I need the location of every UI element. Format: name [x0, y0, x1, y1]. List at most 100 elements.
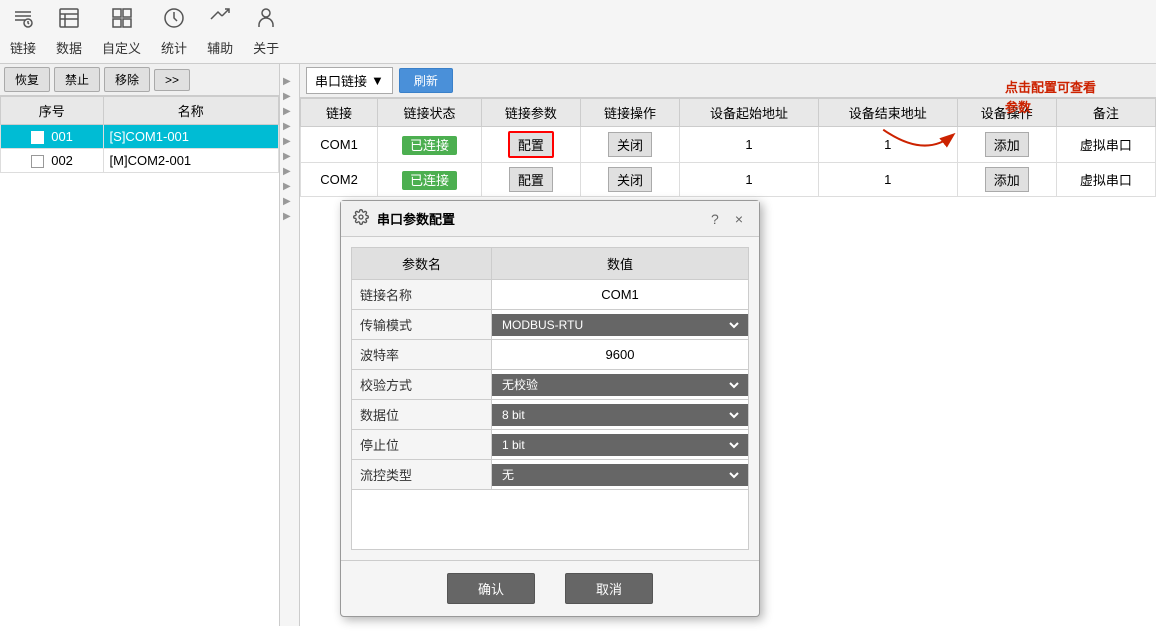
empty-cell: [352, 490, 749, 550]
col-header-1: 链接状态: [378, 99, 482, 127]
remove-button[interactable]: 移除: [104, 67, 150, 92]
param-label: 校验方式: [352, 370, 492, 400]
toolbar-stats[interactable]: 统计: [161, 6, 187, 57]
config-button[interactable]: 配置: [508, 131, 554, 158]
link-operation[interactable]: 关闭: [580, 163, 679, 197]
param-label: 停止位: [352, 430, 492, 460]
toolbar-link-label: 链接: [10, 38, 36, 57]
add-device-button[interactable]: 添加: [985, 132, 1029, 157]
modal-param-row: 波特率 9600: [352, 340, 749, 370]
param-value-select[interactable]: MODBUS-RTUMODBUS-ASCII: [492, 310, 749, 340]
link-config[interactable]: 配置: [481, 163, 580, 197]
close-button[interactable]: 关闭: [608, 132, 652, 157]
left-table-row[interactable]: 001 [S]COM1-001: [1, 125, 279, 149]
param-value-text: COM1: [492, 280, 749, 310]
param-label: 波特率: [352, 340, 492, 370]
left-panel: 恢复 禁止 移除 >> 序号 名称 001 [S]COM: [0, 64, 280, 626]
select-field[interactable]: 无硬件流控软件流控: [498, 467, 742, 483]
note: 虚拟串口: [1056, 163, 1155, 197]
toolbar-link[interactable]: 链接: [10, 6, 36, 57]
annotation: 点击配置可查看 参数: [1005, 78, 1096, 117]
modal-footer: 确认 取消: [341, 560, 759, 616]
toolbar-stats-label: 统计: [161, 38, 187, 57]
link-name: COM2: [301, 163, 378, 197]
config-button[interactable]: 配置: [509, 167, 553, 192]
param-value-select[interactable]: 1 bit2 bit: [492, 430, 749, 460]
toolbar-assist-label: 辅助: [207, 38, 233, 57]
param-value-select[interactable]: 无硬件流控软件流控: [492, 460, 749, 490]
col-id: 序号: [1, 97, 104, 125]
modal-param-row: 流控类型 无硬件流控软件流控: [352, 460, 749, 490]
value-header: 数值: [492, 248, 749, 280]
disable-button[interactable]: 禁止: [54, 67, 100, 92]
confirm-button[interactable]: 确认: [447, 573, 535, 604]
cancel-button[interactable]: 取消: [565, 573, 653, 604]
toolbar-about-label: 关于: [253, 38, 279, 57]
toolbar-data[interactable]: 数据: [56, 6, 82, 57]
data-icon: [57, 6, 81, 36]
status-badge: 已连接: [402, 171, 457, 190]
device-op[interactable]: 添加: [957, 127, 1056, 163]
settings-gear-icon: [353, 209, 369, 228]
col-header-2: 链接参数: [481, 99, 580, 127]
link-status: 已连接: [378, 127, 482, 163]
modal-param-row: 校验方式 无校验奇校验偶校验: [352, 370, 749, 400]
left-table: 序号 名称 001 [S]COM1-001 002 [M]COM2-001: [0, 96, 279, 626]
select-field[interactable]: 8 bit7 bit: [498, 407, 742, 423]
close-button[interactable]: 关闭: [608, 167, 652, 192]
modal-param-row: 数据位 8 bit7 bit: [352, 400, 749, 430]
note: 虚拟串口: [1056, 127, 1155, 163]
param-value-select[interactable]: 无校验奇校验偶校验: [492, 370, 749, 400]
modal-close-button[interactable]: ×: [731, 211, 747, 227]
left-toolbar: 恢复 禁止 移除 >>: [0, 64, 279, 96]
modal-help-button[interactable]: ?: [707, 211, 723, 227]
assist-icon: [208, 6, 232, 36]
custom-icon: [110, 6, 134, 36]
annotation-line2: 参数: [1005, 98, 1096, 118]
modal-params-table: 参数名 数值 链接名称 COM1 传输模式 MODBUS-RTUMODBUS-A…: [351, 247, 749, 550]
about-icon: [254, 6, 278, 36]
col-header-3: 链接操作: [580, 99, 679, 127]
modal-body: 参数名 数值 链接名称 COM1 传输模式 MODBUS-RTUMODBUS-A…: [341, 237, 759, 560]
modal-header: 串口参数配置 ? ×: [341, 201, 759, 237]
annotation-line1: 点击配置可查看: [1005, 78, 1096, 98]
param-label: 流控类型: [352, 460, 492, 490]
param-label: 传输模式: [352, 310, 492, 340]
link-operation[interactable]: 关闭: [580, 127, 679, 163]
device-start: 1: [680, 127, 819, 163]
select-field[interactable]: 无校验奇校验偶校验: [498, 377, 742, 393]
link-icon: [11, 6, 35, 36]
param-label: 数据位: [352, 400, 492, 430]
row-name: [S]COM1-001: [103, 125, 278, 149]
right-table-row: COM2 已连接 配置 关闭 1 1 添加 虚拟串口: [301, 163, 1156, 197]
forward-button[interactable]: >>: [154, 69, 190, 91]
toolbar-custom[interactable]: 自定义: [102, 6, 141, 57]
row-id: 002: [1, 149, 104, 173]
row-checkbox[interactable]: [31, 155, 44, 168]
device-op[interactable]: 添加: [957, 163, 1056, 197]
refresh-button[interactable]: 刷新: [399, 68, 453, 93]
serial-link-button[interactable]: 串口链接 ▼: [306, 67, 393, 94]
col-name: 名称: [103, 97, 278, 125]
param-label: 链接名称: [352, 280, 492, 310]
device-start: 1: [680, 163, 819, 197]
param-value-select[interactable]: 8 bit7 bit: [492, 400, 749, 430]
toolbar-about[interactable]: 关于: [253, 6, 279, 57]
select-field[interactable]: 1 bit2 bit: [498, 437, 742, 453]
col-header-0: 链接: [301, 99, 378, 127]
left-table-row[interactable]: 002 [M]COM2-001: [1, 149, 279, 173]
serial-config-modal: 串口参数配置 ? × 参数名 数值 链接名称 COM1 传输模式 MODBUS-…: [340, 200, 760, 617]
add-device-button[interactable]: 添加: [985, 167, 1029, 192]
link-config[interactable]: 配置: [481, 127, 580, 163]
modal-param-row: 传输模式 MODBUS-RTUMODBUS-ASCII: [352, 310, 749, 340]
row-checkbox[interactable]: [31, 131, 44, 144]
toolbar-assist[interactable]: 辅助: [207, 6, 233, 57]
select-field[interactable]: MODBUS-RTUMODBUS-ASCII: [498, 317, 742, 333]
restore-button[interactable]: 恢复: [4, 67, 50, 92]
modal-param-row: 链接名称 COM1: [352, 280, 749, 310]
modal-param-row: 停止位 1 bit2 bit: [352, 430, 749, 460]
dropdown-arrow-icon: ▼: [371, 73, 384, 88]
param-header: 参数名: [352, 248, 492, 280]
link-name: COM1: [301, 127, 378, 163]
row-name: [M]COM2-001: [103, 149, 278, 173]
